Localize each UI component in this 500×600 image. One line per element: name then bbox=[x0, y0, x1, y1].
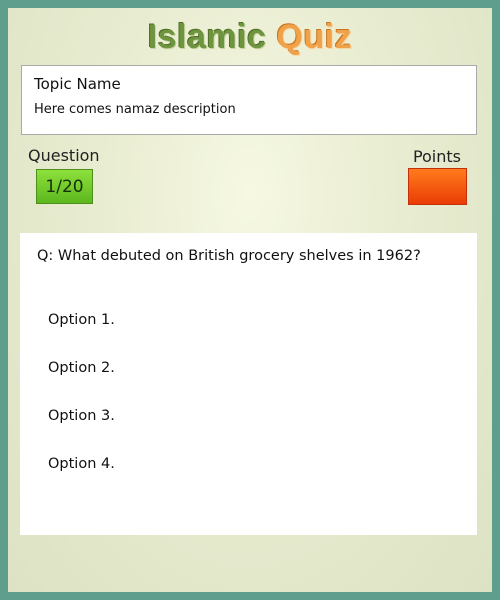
question-panel: Q: What debuted on British grocery shelv… bbox=[20, 233, 477, 535]
topic-panel: Topic Name Here comes namaz description bbox=[21, 65, 477, 135]
option-1[interactable]: Option 1. bbox=[48, 312, 115, 328]
option-4[interactable]: Option 4. bbox=[48, 456, 115, 472]
topic-description: Here comes namaz description bbox=[34, 102, 236, 117]
topic-name: Topic Name bbox=[34, 75, 121, 93]
points-badge bbox=[408, 168, 467, 205]
question-text: Q: What debuted on British grocery shelv… bbox=[37, 248, 421, 264]
question-counter-badge: 1/20 bbox=[36, 169, 93, 204]
points-label: Points bbox=[412, 147, 461, 166]
question-label: Question bbox=[28, 146, 100, 165]
app-title: Islamic Quiz bbox=[8, 18, 492, 57]
title-quiz: Quiz bbox=[276, 18, 353, 56]
option-2[interactable]: Option 2. bbox=[48, 360, 115, 376]
option-3[interactable]: Option 3. bbox=[48, 408, 115, 424]
title-islamic: Islamic bbox=[147, 18, 267, 56]
app-frame: Islamic Quiz Topic Name Here comes namaz… bbox=[8, 8, 492, 592]
